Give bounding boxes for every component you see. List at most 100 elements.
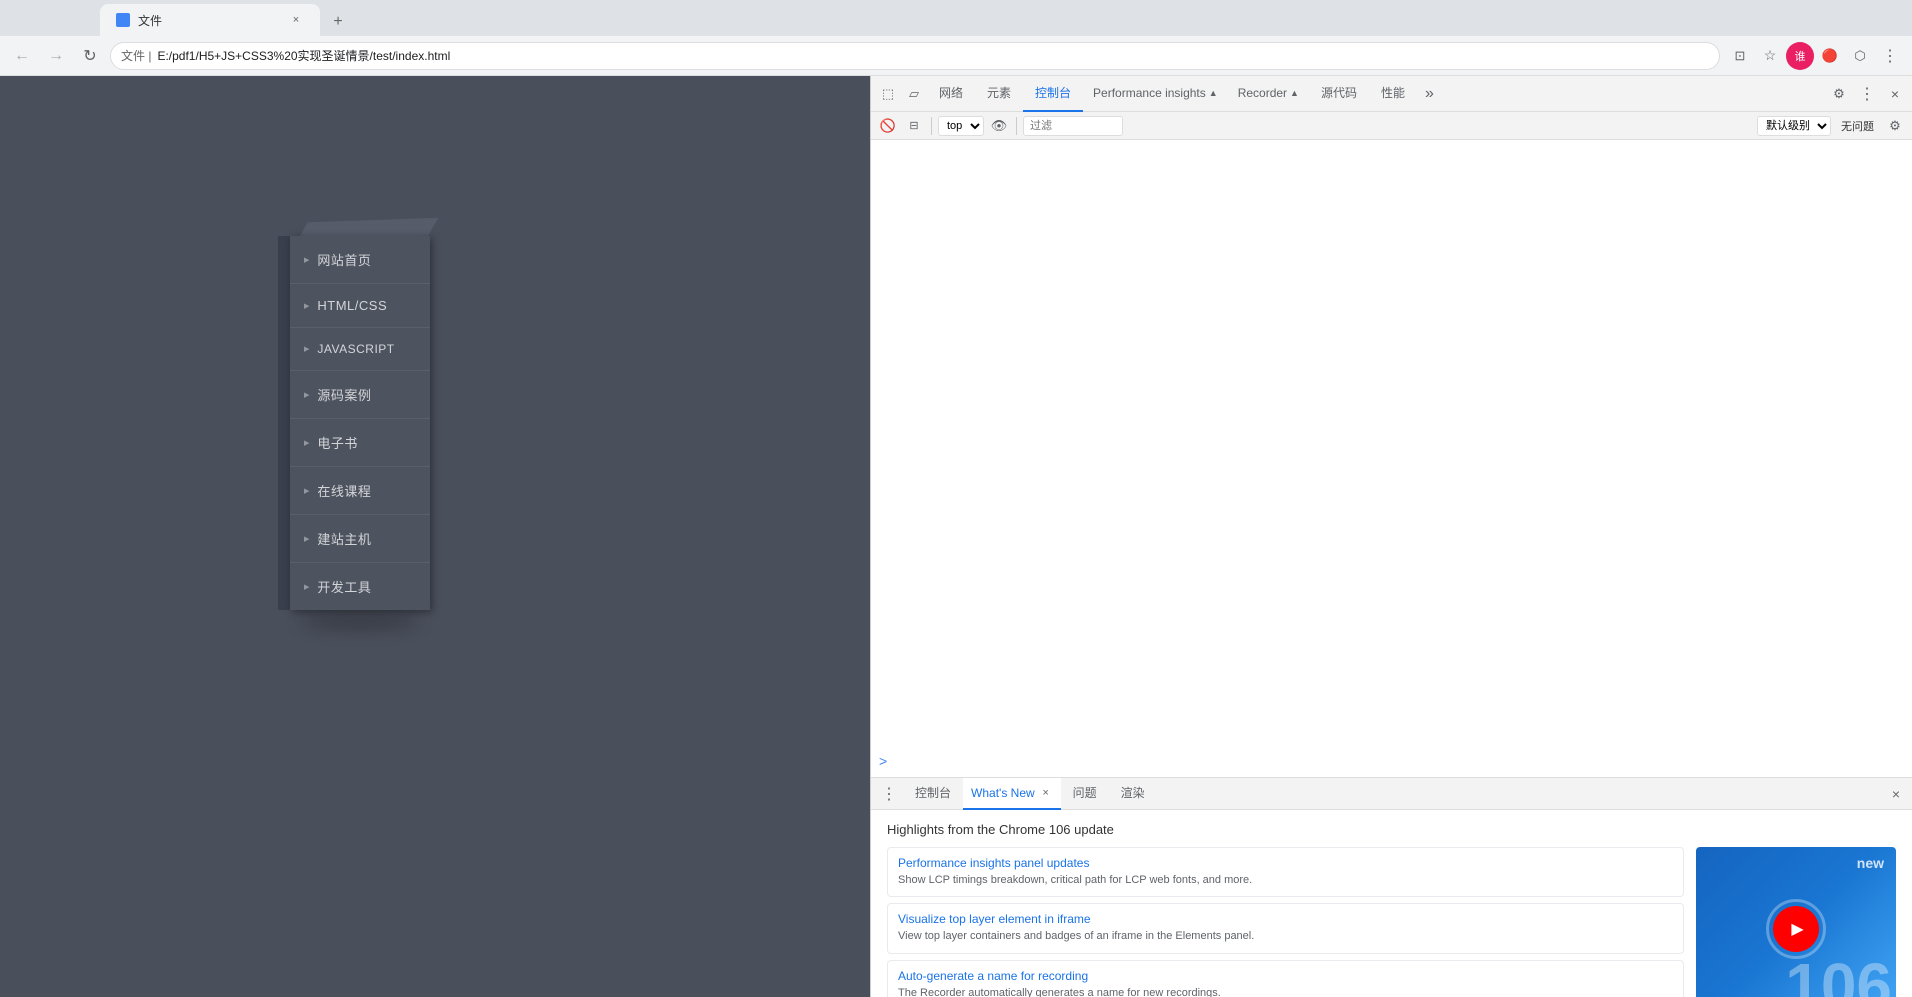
recorder-icon: ▲ [1290,88,1299,98]
browser-chrome: 文件 × + ← → ↻ 文件 | E:/pdf1/H5+JS+CSS3%20实… [0,0,1912,76]
devtools-toolbar: ⬚ ▱ 网络 元素 控制台 Performance insights ▲ Rec… [871,76,1912,112]
menu-arrow-3: ▶ [304,391,309,399]
feature-item-2[interactable]: Auto-generate a name for recording The R… [887,960,1684,997]
tab-whats-new[interactable]: What's New × [963,778,1061,810]
profile-btn[interactable]: 谁 [1786,42,1814,70]
tab-favicon [116,13,130,27]
tab-xingneng[interactable]: 性能 [1369,76,1417,112]
devtools-toolbar-right: ⚙ ⋮ × [1826,81,1908,107]
reload-btn[interactable]: ↻ [76,42,104,70]
tab-yuandaima[interactable]: 源代码 [1309,76,1369,112]
menu-item-0[interactable]: ▶ 网站首页 [290,236,430,284]
menu-label-2: JAVASCRIPT [317,342,394,356]
menu-item-1[interactable]: ▶ HTML/CSS [290,284,430,328]
menu-label-7: 开发工具 [317,577,371,596]
tab-more-btn[interactable]: » [1417,76,1442,112]
menu-label-3: 源码案例 [317,385,371,404]
menu-item-6[interactable]: ▶ 建站主机 [290,515,430,563]
video-thumbnail: ▶ new 106 [1696,847,1896,997]
menu-item-4[interactable]: ▶ 电子书 [290,419,430,467]
new-tab-btn[interactable]: + [324,8,352,36]
cast-btn[interactable]: ⊡ [1726,42,1754,70]
menu-3d-container: ▶ 网站首页 ▶ HTML/CSS ▶ JAVASCRIPT ▶ 源码案例 ▶ [290,236,430,610]
tab-performance-insights[interactable]: Performance insights ▲ [1083,76,1228,112]
tab-close-icon[interactable]: × [288,12,304,28]
address-prefix: 文件 | [121,47,151,64]
whats-new-features: Performance insights panel updates Show … [887,847,1684,997]
video-play-icon: ▶ [1791,919,1803,939]
console-area: > [871,140,1912,777]
filter-toggle-btn[interactable]: ⊟ [903,115,925,137]
whats-new-label: What's New [971,786,1035,800]
devtools-panel: ⬚ ▱ 网络 元素 控制台 Performance insights ▲ Rec… [870,76,1912,997]
feature-item-1[interactable]: Visualize top layer element in iframe Vi… [887,903,1684,953]
menu-arrow-7: ▶ [304,583,309,591]
video-circle-outer: ▶ [1766,899,1826,959]
menu-label-1: HTML/CSS [317,298,387,313]
clear-console-btn[interactable]: 🚫 [877,115,899,137]
tab-wangluo[interactable]: 网络 [927,76,975,112]
menu-label-5: 在线课程 [317,481,371,500]
video-play-btn[interactable]: ▶ [1773,906,1819,952]
issue-label: 无问题 [1835,118,1880,134]
eye-btn[interactable]: 👁 [988,115,1010,137]
menu-arrow-2: ▶ [304,345,309,353]
menu-item-2[interactable]: ▶ JAVASCRIPT [290,328,430,371]
devtools-settings-btn[interactable]: ⚙ [1826,81,1852,107]
performance-insights-icon: ▲ [1209,88,1218,98]
menu-label-4: 电子书 [317,433,358,452]
tab-render[interactable]: 渲染 [1109,778,1157,810]
chrome-menu-btn[interactable]: ⋮ [1876,42,1904,70]
recorder-label: Recorder [1238,86,1287,100]
address-bar[interactable]: 文件 | E:/pdf1/H5+JS+CSS3%20实现圣诞情景/test/in… [110,42,1720,70]
menu-item-5[interactable]: ▶ 在线课程 [290,467,430,515]
whats-new-close-icon[interactable]: × [1039,786,1053,800]
browser-toolbar: ← → ↻ 文件 | E:/pdf1/H5+JS+CSS3%20实现圣诞情景/t… [0,36,1912,76]
forward-btn[interactable]: → [42,42,70,70]
menu-item-7[interactable]: ▶ 开发工具 [290,563,430,610]
bottom-tabs-bar: ⋮ 控制台 What's New × 问题 渲染 × [871,778,1912,810]
menu-shadow [300,614,420,630]
extension-btn[interactable]: 🔴 [1816,42,1844,70]
level-select[interactable]: 默认级别 [1757,116,1831,136]
inspect-element-btn[interactable]: ⬚ [875,81,901,107]
context-select[interactable]: top [938,116,984,136]
performance-insights-label: Performance insights [1093,86,1206,100]
subtoolbar-settings-btn[interactable]: ⚙ [1884,115,1906,137]
feature-item-0[interactable]: Performance insights panel updates Show … [887,847,1684,897]
devtools-more-btn[interactable]: ⋮ [1854,81,1880,107]
filter-input[interactable] [1023,116,1123,136]
main-layout: ▶ 网站首页 ▶ HTML/CSS ▶ JAVASCRIPT ▶ 源码案例 ▶ [0,76,1912,997]
whats-new-content: Highlights from the Chrome 106 update Pe… [871,810,1912,997]
tab-konzhitai[interactable]: 控制台 [1023,76,1083,112]
menu-label-6: 建站主机 [317,529,371,548]
bottom-dots-menu[interactable]: ⋮ [875,784,903,804]
menu-3d-front: ▶ 网站首页 ▶ HTML/CSS ▶ JAVASCRIPT ▶ 源码案例 ▶ [290,236,430,610]
devtools-subtoolbar: 🚫 ⊟ top 👁 默认级别 无问题 ⚙ [871,112,1912,140]
back-btn[interactable]: ← [8,42,36,70]
subtoolbar-separator-2 [1016,117,1017,135]
menu-arrow-5: ▶ [304,487,309,495]
bookmark-btn[interactable]: ☆ [1756,42,1784,70]
active-tab[interactable]: 文件 × [100,4,320,36]
tab-console-bottom[interactable]: 控制台 [903,778,963,810]
bottom-panel: ⋮ 控制台 What's New × 问题 渲染 × Highlights fr… [871,777,1912,997]
feature-title-2: Auto-generate a name for recording [898,969,1673,983]
feature-desc-2: The Recorder automatically generates a n… [898,986,1673,997]
menu-item-3[interactable]: ▶ 源码案例 [290,371,430,419]
tab-yuansu[interactable]: 元素 [975,76,1023,112]
devtools-close-btn[interactable]: × [1882,81,1908,107]
menu-arrow-4: ▶ [304,439,309,447]
video-number: 106 [1785,954,1892,997]
device-toggle-btn[interactable]: ▱ [901,81,927,107]
console-prompt-line: > [871,749,1912,773]
video-new-text: new [1857,855,1884,871]
bottom-panel-close[interactable]: × [1884,782,1908,806]
webpage-area: ▶ 网站首页 ▶ HTML/CSS ▶ JAVASCRIPT ▶ 源码案例 ▶ [0,76,870,997]
tab-recorder[interactable]: Recorder ▲ [1228,76,1309,112]
menu-arrow-1: ▶ [304,302,309,310]
feature-desc-0: Show LCP timings breakdown, critical pat… [898,873,1673,888]
subtoolbar-right: 默认级别 无问题 ⚙ [1757,115,1906,137]
extensions-btn[interactable]: ⬡ [1846,42,1874,70]
tab-issues[interactable]: 问题 [1061,778,1109,810]
